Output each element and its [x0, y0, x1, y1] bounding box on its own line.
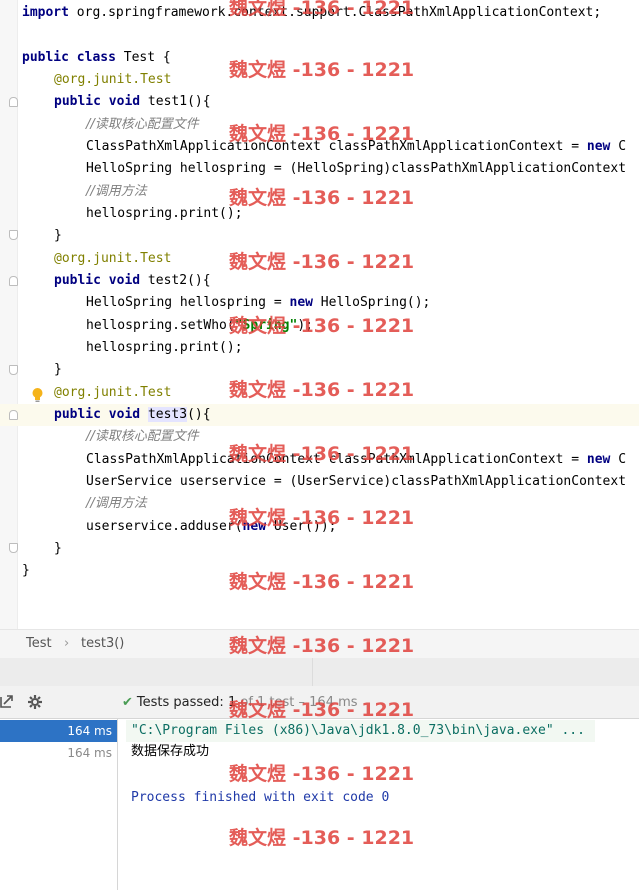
test-tree-row[interactable]: 164 ms: [0, 742, 117, 764]
code-line[interactable]: //调用方法: [86, 181, 147, 203]
console-output[interactable]: "C:\Program Files (x86)\Java\jdk1.8.0_73…: [118, 719, 639, 890]
code-line[interactable]: @org.junit.Test: [54, 248, 171, 270]
code-line[interactable]: }: [54, 225, 62, 247]
breadcrumb-class[interactable]: Test: [26, 636, 52, 651]
code-line[interactable]: hellospring.print();: [86, 337, 243, 359]
fold-marker-icon[interactable]: [9, 97, 18, 107]
test-tree-row[interactable]: 164 ms: [0, 720, 117, 742]
code-line[interactable]: public void test1(){: [54, 91, 211, 113]
code-line[interactable]: ClassPathXmlApplicationContext classPath…: [86, 136, 626, 158]
splitter-divider: [312, 658, 313, 686]
code-line[interactable]: public void test2(){: [54, 270, 211, 292]
code-line[interactable]: HelloSpring hellospring = new HelloSprin…: [86, 292, 430, 314]
breadcrumb-separator: ›: [64, 636, 70, 651]
code-line[interactable]: ClassPathXmlApplicationContext classPath…: [86, 449, 626, 471]
run-toolbar: ✔ Tests passed: 1 of 1 test – 164 ms: [0, 686, 639, 719]
panel-splitter[interactable]: [0, 658, 639, 686]
code-line[interactable]: }: [54, 538, 62, 560]
console-command-line[interactable]: "C:\Program Files (x86)\Java\jdk1.8.0_73…: [126, 720, 595, 742]
code-editor[interactable]: import org.springframework.context.suppo…: [0, 0, 639, 629]
fold-marker-icon[interactable]: [9, 410, 18, 420]
fold-marker-icon[interactable]: [9, 230, 18, 240]
code-line[interactable]: public class Test {: [22, 47, 171, 69]
code-line[interactable]: hellospring.print();: [86, 203, 243, 225]
code-line[interactable]: //调用方法: [86, 493, 147, 515]
code-line[interactable]: public void test3(){: [54, 404, 211, 426]
lightbulb-icon[interactable]: [31, 387, 44, 403]
code-line[interactable]: }: [22, 560, 30, 582]
fold-marker-icon[interactable]: [9, 543, 18, 553]
console-exit-line: Process finished with exit code 0: [131, 790, 390, 805]
gear-icon[interactable]: [27, 694, 43, 710]
code-line[interactable]: @org.junit.Test: [54, 69, 171, 91]
status-text: Tests passed: 1: [136, 695, 237, 710]
fold-marker-icon[interactable]: [9, 365, 18, 375]
code-line[interactable]: hellospring.setWho("Spring");: [86, 315, 313, 337]
export-icon[interactable]: [0, 694, 14, 708]
code-line[interactable]: UserService userservice = (UserService)c…: [86, 471, 626, 493]
code-line[interactable]: //读取核心配置文件: [86, 114, 199, 136]
code-line[interactable]: @org.junit.Test: [54, 382, 171, 404]
breadcrumb: Test › test3(): [0, 629, 639, 659]
editor-gutter[interactable]: [0, 0, 18, 629]
code-line[interactable]: }: [54, 359, 62, 381]
test-tree[interactable]: 164 ms 164 ms: [0, 719, 118, 890]
status-suffix: of 1 test – 164 ms: [240, 695, 358, 710]
code-line[interactable]: import org.springframework.context.suppo…: [22, 2, 601, 24]
console-output-line: 数据保存成功: [131, 744, 210, 759]
breadcrumb-method[interactable]: test3(): [81, 636, 124, 651]
code-line[interactable]: //读取核心配置文件: [86, 426, 199, 448]
code-line[interactable]: userservice.adduser(new User());: [86, 516, 336, 538]
test-status: ✔ Tests passed: 1 of 1 test – 164 ms: [122, 695, 358, 710]
code-line[interactable]: HelloSpring hellospring = (HelloSpring)c…: [86, 158, 626, 180]
fold-marker-icon[interactable]: [9, 276, 18, 286]
check-icon: ✔: [122, 695, 133, 710]
